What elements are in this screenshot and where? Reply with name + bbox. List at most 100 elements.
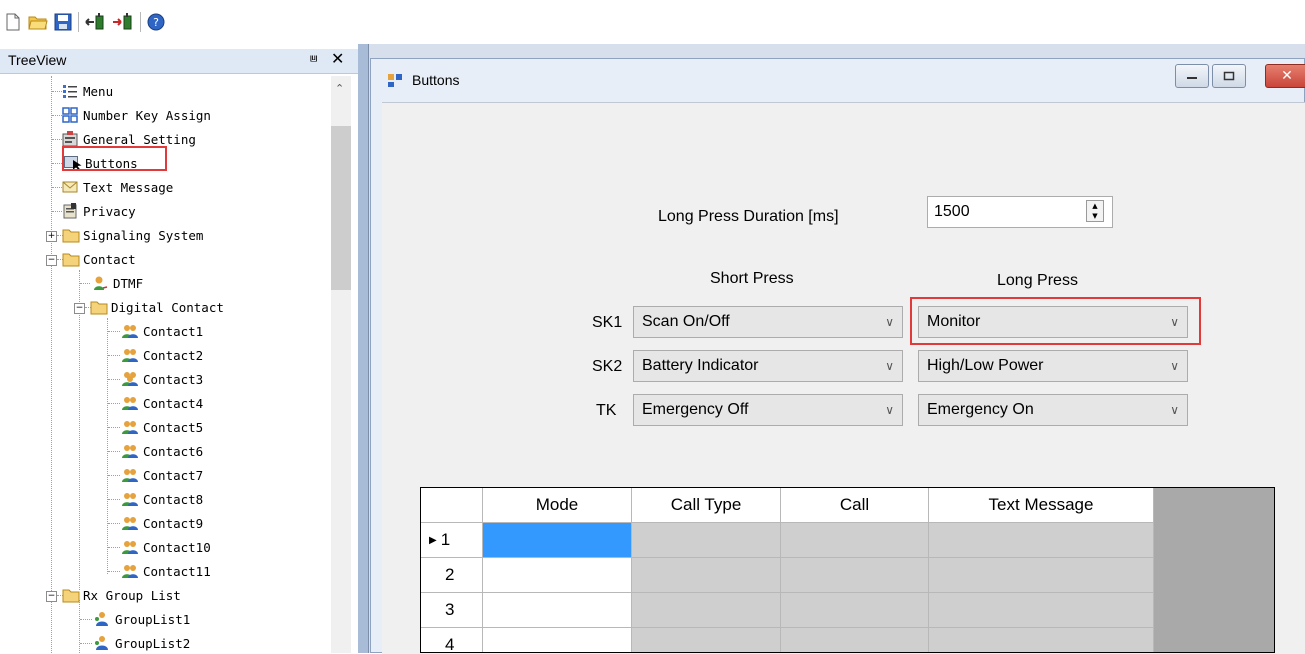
minimize-button[interactable] [1175, 64, 1209, 88]
tree-item-label: Text Message [83, 179, 174, 195]
pin-icon[interactable]: ⩏ [310, 51, 317, 66]
tree-item-label: Contact10 [143, 539, 211, 555]
tree-item-number-key-assign[interactable]: Number Key Assign [62, 104, 211, 126]
sk1-short-press-select[interactable]: Scan On/Off ∨ [633, 306, 903, 338]
tree-item-label: Contact1 [143, 323, 204, 339]
collapse-icon[interactable]: − [74, 303, 85, 314]
contacts-icon [122, 347, 138, 363]
grid-cell-call[interactable] [781, 628, 929, 652]
tree-item-text-message[interactable]: Text Message [62, 176, 173, 198]
tree-item-digital-contact[interactable]: Digital Contact [90, 296, 224, 318]
grid-cell-text-message[interactable] [929, 628, 1154, 652]
new-file-icon[interactable] [3, 12, 23, 32]
open-folder-icon[interactable] [28, 12, 48, 32]
maximize-icon [1223, 71, 1235, 81]
select-value: Emergency Off [642, 401, 749, 418]
contacts-icon [122, 371, 138, 387]
grid-cell-mode[interactable] [483, 558, 632, 593]
close-panel-icon[interactable]: ✕ [331, 49, 344, 68]
tree-item-contact11[interactable]: Contact11 [122, 560, 211, 582]
grid-cell-call[interactable] [781, 523, 929, 558]
grid-cell-call[interactable] [781, 558, 929, 593]
grid-cell-mode[interactable] [483, 628, 632, 652]
row-header[interactable]: ▶ 1 [421, 523, 483, 558]
tree-scrollbar-thumb[interactable] [331, 126, 351, 290]
tree-item-contact8[interactable]: Contact8 [122, 488, 203, 510]
tree-item-grouplist2[interactable]: GroupList2 [94, 632, 190, 654]
tree-item-signaling-system[interactable]: Signaling System [62, 224, 203, 246]
tree-item-label: GroupList1 [115, 611, 191, 627]
scroll-up-icon[interactable]: ⌃ [335, 82, 344, 95]
write-to-radio-icon[interactable] [112, 12, 132, 32]
tree-item-label: GroupList2 [115, 635, 191, 651]
tree-item-contact6[interactable]: Contact6 [122, 440, 203, 462]
tree-item-privacy[interactable]: Privacy [62, 200, 136, 222]
grid-cell-mode[interactable] [483, 593, 632, 628]
tree-item-contact9[interactable]: Contact9 [122, 512, 203, 534]
tk-long-press-select[interactable]: Emergency On ∨ [918, 394, 1188, 426]
close-button[interactable]: ✕ [1265, 64, 1305, 88]
sk2-long-press-select[interactable]: High/Low Power ∨ [918, 350, 1188, 382]
read-from-radio-icon[interactable] [84, 12, 104, 32]
save-icon[interactable] [53, 12, 73, 32]
tree-item-label: Digital Contact [111, 299, 224, 315]
grid-header-call[interactable]: Call [781, 488, 929, 523]
tree-item-menu[interactable]: Menu [62, 80, 113, 102]
tree-item-contact10[interactable]: Contact10 [122, 536, 211, 558]
grid-cell-call-type[interactable] [632, 558, 781, 593]
tree-item-contact2[interactable]: Contact2 [122, 344, 203, 366]
row-header[interactable]: 4 [421, 628, 483, 653]
grid-header-call-type[interactable]: Call Type [632, 488, 781, 523]
tree-item-label: Contact [83, 251, 136, 267]
collapse-icon[interactable]: − [46, 591, 57, 602]
contacts-icon [122, 539, 138, 555]
grid-cell-text-message[interactable] [929, 523, 1154, 558]
tree-item-contact7[interactable]: Contact7 [122, 464, 203, 486]
tree-item-contact3[interactable]: Contact3 [122, 368, 203, 390]
expand-icon[interactable]: + [46, 231, 57, 242]
grid-cell-text-message[interactable] [929, 593, 1154, 628]
folder-icon [90, 299, 108, 315]
tree-item-grouplist1[interactable]: GroupList1 [94, 608, 190, 630]
tree-item-label: DTMF [113, 275, 144, 291]
grid-header-mode[interactable]: Mode [483, 488, 632, 523]
tree-item-label: Contact8 [143, 491, 204, 507]
tree-item-dtmf[interactable]: DTMF [92, 272, 143, 294]
grid-cell-call-type[interactable] [632, 593, 781, 628]
grid-cell-text-message[interactable] [929, 558, 1154, 593]
minimize-icon [1187, 77, 1197, 79]
row-header[interactable]: 3 [421, 593, 483, 628]
grid-cell-call-type[interactable] [632, 523, 781, 558]
spin-up-icon[interactable]: ▲ [1092, 203, 1097, 210]
folder-icon [62, 251, 80, 267]
contacts-icon [122, 443, 138, 459]
help-icon[interactable]: ? [146, 12, 166, 32]
contacts-icon [122, 515, 138, 531]
row-number: 4 [445, 635, 455, 653]
svg-text:?: ? [153, 16, 159, 29]
maximize-button[interactable] [1212, 64, 1246, 88]
chevron-down-icon: ∨ [885, 315, 894, 329]
select-value: Emergency On [927, 401, 1034, 418]
tree-item-rx-group-list[interactable]: Rx Group List [62, 584, 181, 606]
row-header[interactable]: 2 [421, 558, 483, 593]
tree-item-contact4[interactable]: Contact4 [122, 392, 203, 414]
long-press-duration-label: Long Press Duration [ms] [658, 208, 839, 225]
grid-cell-call[interactable] [781, 593, 929, 628]
grid-cell-call-type[interactable] [632, 628, 781, 652]
duration-spinner[interactable]: ▲ ▼ [1086, 200, 1104, 222]
grid-header-text-message[interactable]: Text Message [929, 488, 1154, 523]
tk-short-press-select[interactable]: Emergency Off ∨ [633, 394, 903, 426]
person-icon [92, 275, 108, 291]
grid-cell-mode[interactable] [483, 523, 632, 558]
tree-item-contact[interactable]: Contact [62, 248, 136, 270]
spin-down-icon[interactable]: ▼ [1092, 213, 1097, 220]
tree-item-contact1[interactable]: Contact1 [122, 320, 203, 342]
tree-item-label: General Setting [83, 131, 196, 147]
collapse-icon[interactable]: − [46, 255, 57, 266]
contacts-icon [122, 395, 138, 411]
tree-item-contact5[interactable]: Contact5 [122, 416, 203, 438]
sk2-short-press-select[interactable]: Battery Indicator ∨ [633, 350, 903, 382]
close-icon: ✕ [1281, 68, 1293, 84]
channel-grid: Mode Call Type Call Text Message ▶ 1 2 3… [420, 487, 1275, 653]
